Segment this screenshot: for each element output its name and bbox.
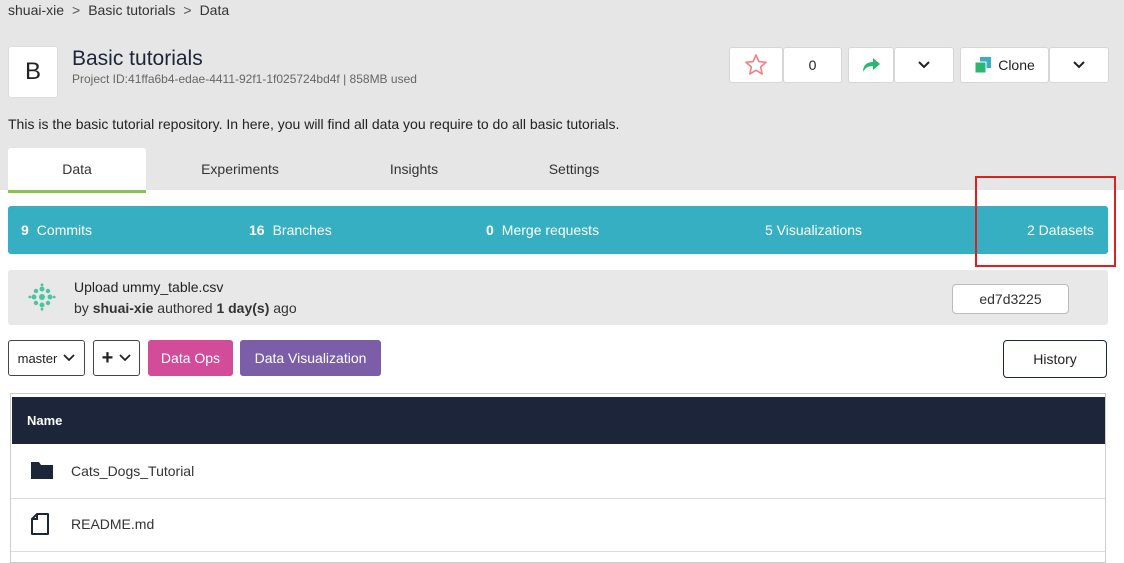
folder-icon: [31, 462, 53, 479]
commits-count: 9: [21, 222, 29, 238]
commit-sha-button[interactable]: ed7d3225: [952, 284, 1069, 314]
star-button[interactable]: [729, 47, 783, 83]
file-name[interactable]: Cats_Dogs_Tutorial: [71, 463, 194, 479]
merge-requests-count: 0: [486, 222, 494, 238]
table-row[interactable]: README.md: [11, 499, 1105, 552]
plus-icon: +: [101, 346, 114, 369]
breadcrumb-project[interactable]: Basic tutorials: [88, 2, 175, 18]
avatar-letter: B: [24, 58, 41, 85]
merge-requests-label: Merge requests: [501, 222, 600, 238]
clone-button[interactable]: Clone: [960, 47, 1049, 83]
visualizations-link[interactable]: 5 Visualizations: [765, 206, 862, 254]
tab-experiments[interactable]: Experiments: [170, 148, 310, 190]
commits-label: Commits: [36, 222, 93, 238]
table-row[interactable]: Cats_Dogs_Tutorial: [11, 446, 1105, 499]
commit-authored: authored: [157, 300, 213, 316]
history-button[interactable]: History: [1003, 340, 1107, 378]
data-ops-button[interactable]: Data Ops: [148, 340, 233, 376]
commit-ago: ago: [273, 300, 297, 316]
chevron-down-icon: [119, 354, 131, 362]
highlight-annotation: [975, 176, 1116, 267]
data-visualization-button[interactable]: Data Visualization: [240, 340, 381, 376]
tab-data[interactable]: Data: [8, 148, 146, 193]
commits-link[interactable]: 9 Commits: [21, 206, 92, 254]
branch-select-value: master: [17, 350, 58, 366]
data-visualization-label: Data Visualization: [254, 350, 367, 366]
file-name[interactable]: README.md: [71, 516, 154, 532]
branch-select[interactable]: master: [8, 340, 85, 376]
breadcrumb-separator: >: [183, 2, 192, 18]
branches-link[interactable]: 16 Branches: [249, 206, 332, 254]
data-ops-label: Data Ops: [160, 350, 221, 366]
tab-label: Settings: [548, 161, 600, 177]
add-dropdown-button[interactable]: +: [93, 340, 140, 376]
project-description: This is the basic tutorial repository. I…: [8, 116, 620, 132]
breadcrumb-current: Data: [199, 2, 230, 18]
repo-stats-bar: 9 Commits 16 Branches 0 Merge requests 5…: [8, 206, 1108, 254]
tab-settings[interactable]: Settings: [504, 148, 644, 190]
last-commit-panel: Upload ummy_table.csv by shuai-xie autho…: [8, 270, 1108, 325]
clone-label: Clone: [998, 57, 1035, 73]
star-count-value: 0: [808, 57, 817, 73]
commit-author-line: by shuai-xie authored 1 day(s) ago: [74, 300, 297, 316]
commit-by-prefix: by: [74, 300, 89, 316]
project-avatar: B: [8, 46, 58, 98]
tab-label: Insights: [389, 161, 439, 177]
tab-insights[interactable]: Insights: [344, 148, 484, 190]
clone-dropdown-button[interactable]: [1049, 47, 1109, 83]
visualizations-label: 5 Visualizations: [765, 222, 863, 238]
breadcrumb-separator: >: [72, 2, 81, 18]
project-meta: Project ID:41ffa6b4-edae-4411-92f1-1f025…: [72, 72, 417, 86]
breadcrumb-user[interactable]: shuai-xie: [8, 2, 64, 18]
share-arrow-icon: [863, 58, 880, 72]
fork-dropdown-button[interactable]: [894, 47, 954, 83]
file-icon: [31, 513, 49, 535]
commit-time: 1 day(s): [216, 300, 270, 316]
tab-label: Experiments: [201, 161, 279, 177]
page-title: Basic tutorials: [72, 47, 203, 70]
chevron-down-icon: [1073, 61, 1085, 69]
star-icon: [745, 54, 767, 75]
branches-count: 16: [249, 222, 265, 238]
column-header-name: Name: [27, 413, 63, 428]
clone-icon: [974, 57, 992, 74]
user-avatar-icon: [28, 283, 56, 311]
file-table-header: Name: [12, 397, 1105, 444]
history-label: History: [1033, 351, 1077, 367]
breadcrumb: shuai-xie > Basic tutorials > Data: [8, 2, 229, 18]
branches-label: Branches: [272, 222, 332, 238]
commit-author[interactable]: shuai-xie: [93, 300, 154, 316]
merge-requests-link[interactable]: 0 Merge requests: [486, 206, 599, 254]
fork-button[interactable]: [848, 47, 894, 83]
star-count: 0: [783, 47, 842, 83]
chevron-down-icon: [63, 354, 75, 362]
tab-label: Data: [62, 161, 92, 177]
chevron-down-icon: [918, 61, 930, 69]
commit-message[interactable]: Upload ummy_table.csv: [74, 279, 223, 295]
file-table: Name Cats_Dogs_Tutorial README.md: [10, 393, 1106, 563]
